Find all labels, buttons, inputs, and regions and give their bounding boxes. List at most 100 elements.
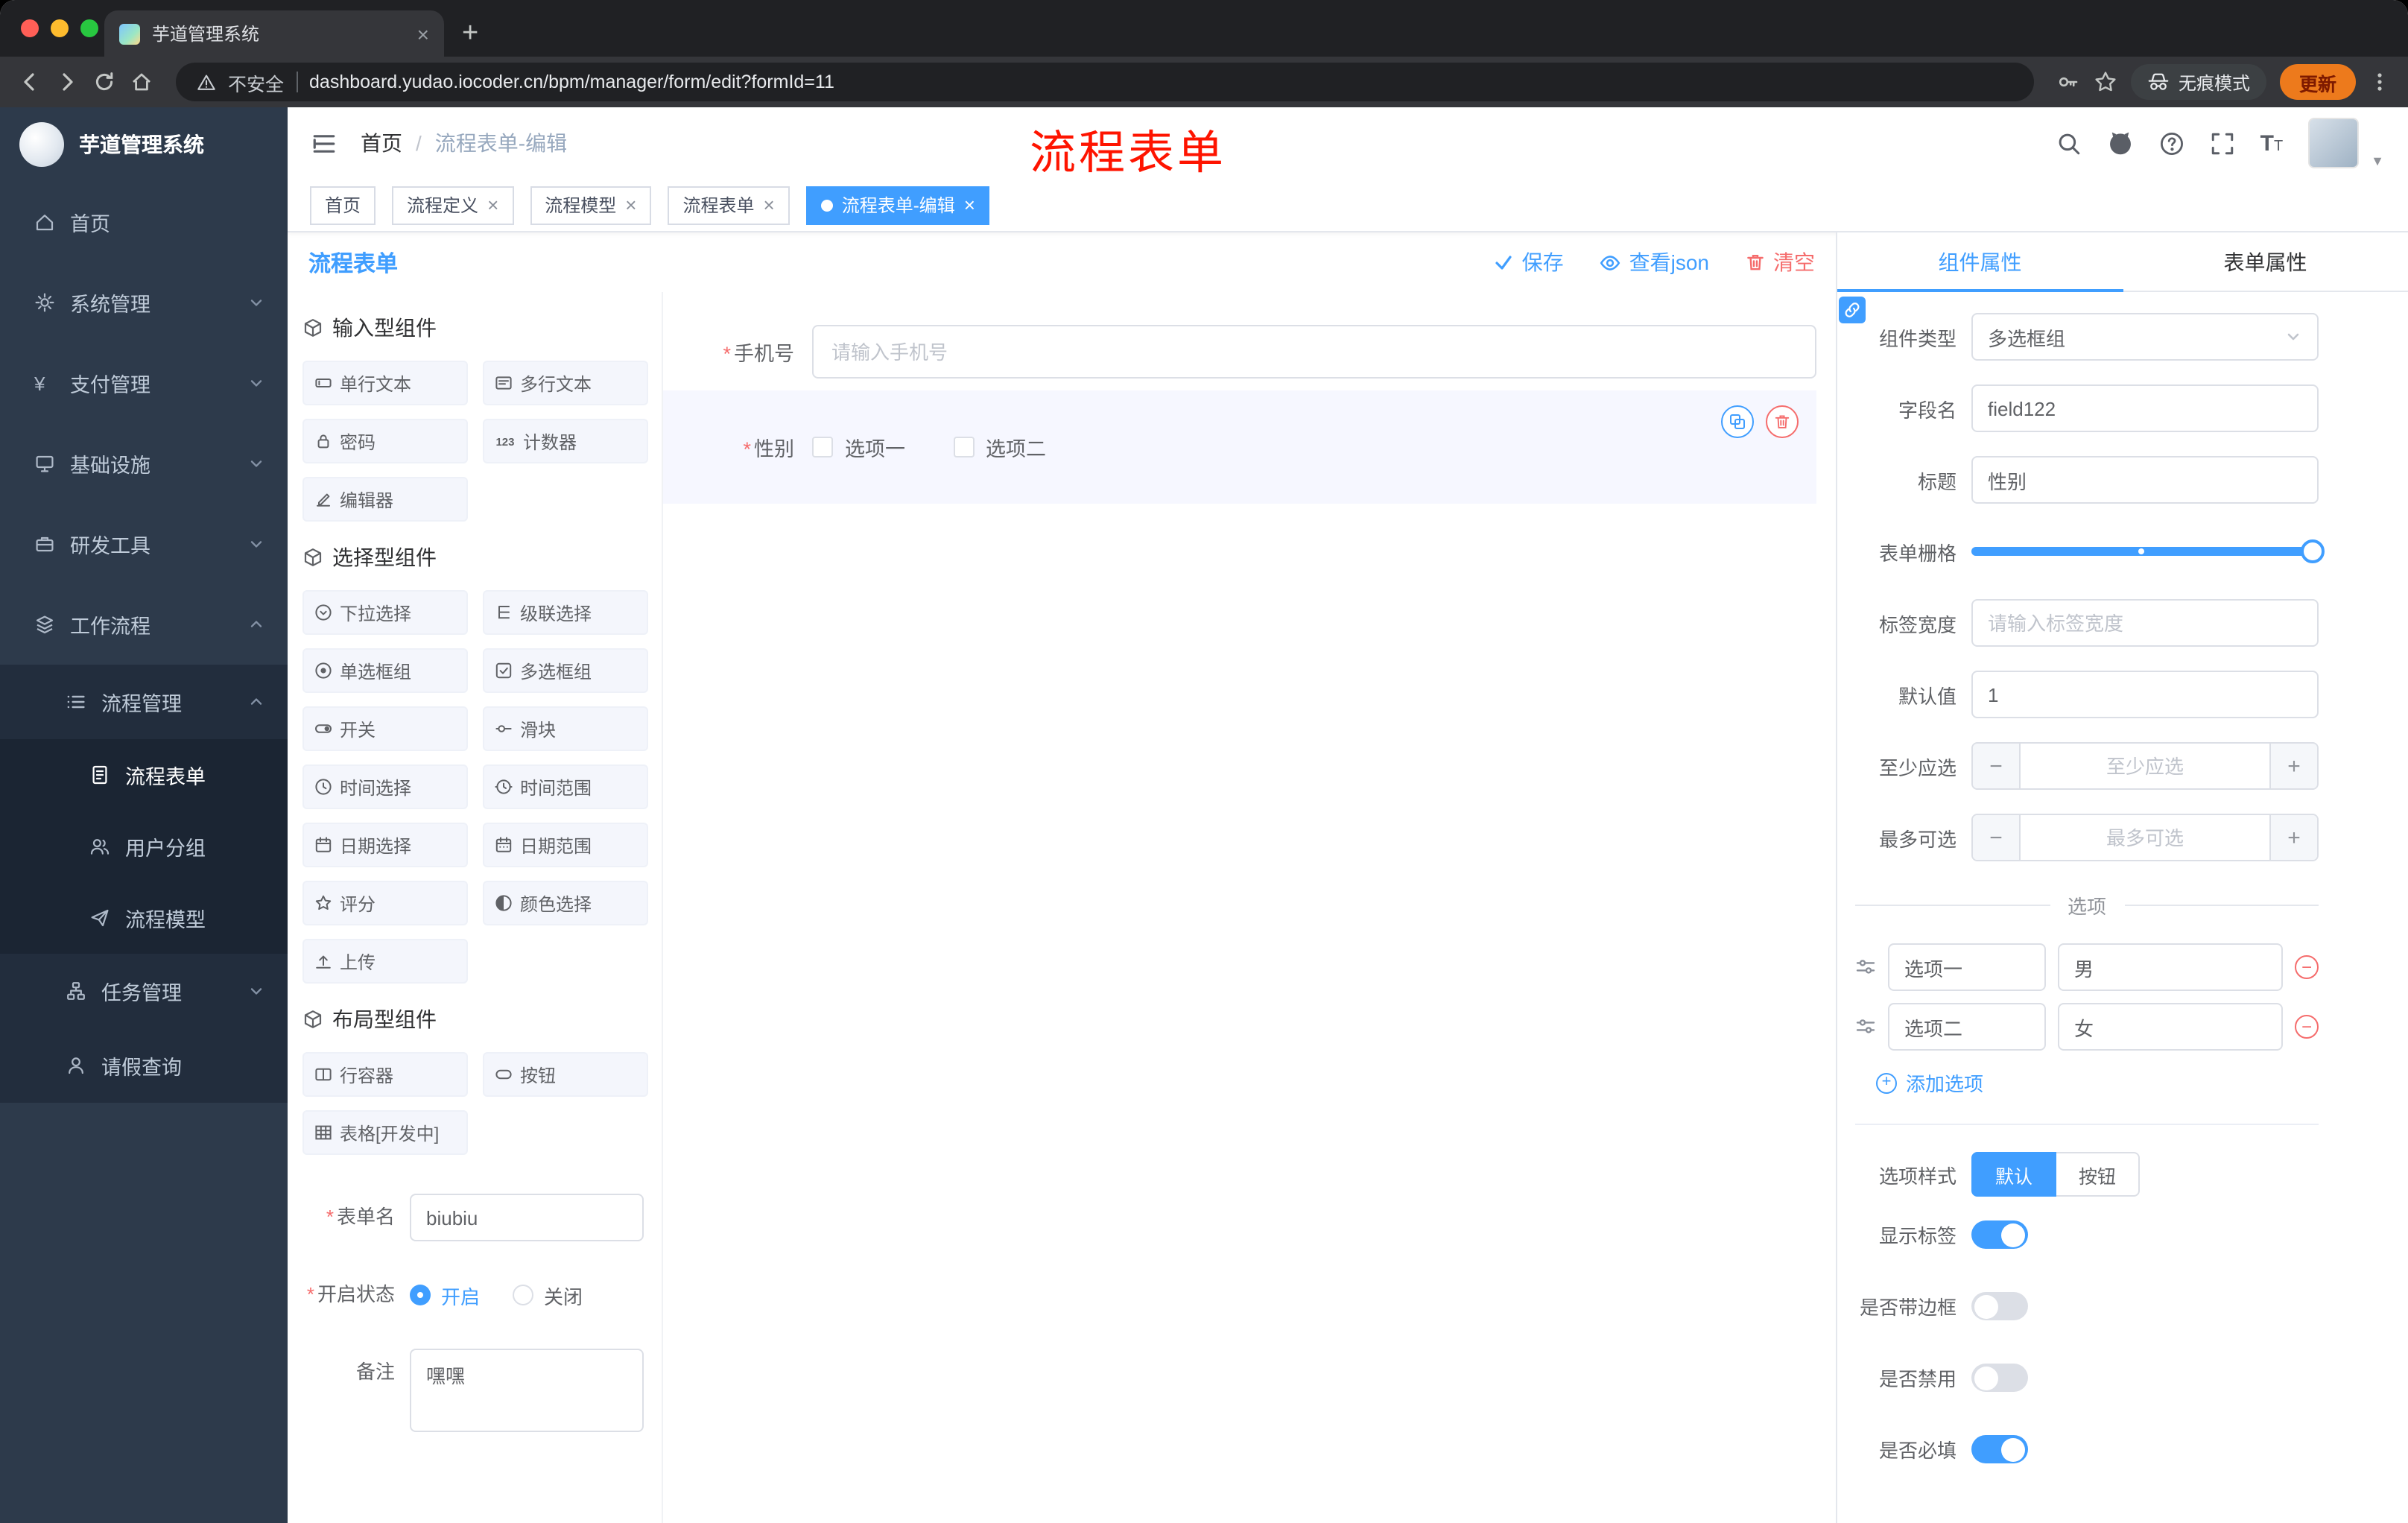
clear-button[interactable]: 清空 <box>1745 247 1815 277</box>
palette-item-date-range[interactable]: 日期范围 <box>483 823 648 867</box>
label-width-input[interactable] <box>1971 599 2319 647</box>
sidebar-item-process-form[interactable]: 流程表单 <box>0 739 288 811</box>
palette-item-button[interactable]: 按钮 <box>483 1052 648 1097</box>
tag-close-icon[interactable]: × <box>625 195 636 215</box>
style-default-button[interactable]: 默认 <box>1971 1152 2057 1197</box>
forward-icon[interactable] <box>55 70 79 94</box>
palette-item-select[interactable]: 下拉选择 <box>302 590 468 635</box>
password-key-icon[interactable] <box>2056 70 2080 94</box>
tab-form-props[interactable]: 表单属性 <box>2123 232 2408 291</box>
border-toggle[interactable] <box>1971 1292 2028 1320</box>
delete-field-button[interactable] <box>1766 405 1799 438</box>
sidebar-item-system[interactable]: 系统管理 <box>0 262 288 343</box>
radio-open[interactable]: 开启 <box>410 1281 480 1309</box>
palette-item-password[interactable]: 密码 <box>302 419 468 463</box>
palette-item-cascader[interactable]: 级联选择 <box>483 590 648 635</box>
home-nav-icon[interactable] <box>130 70 153 94</box>
option-value-input[interactable] <box>2058 943 2283 991</box>
font-size-icon[interactable]: TT <box>2260 132 2284 154</box>
palette-item-table[interactable]: 表格[开发中] <box>302 1110 468 1155</box>
add-option-button[interactable]: + 添加选项 <box>1876 1068 2319 1097</box>
sidebar-item-task-mgmt[interactable]: 任务管理 <box>0 954 288 1028</box>
radio-closed[interactable]: 关闭 <box>513 1281 583 1309</box>
reload-icon[interactable] <box>92 70 116 94</box>
increase-button[interactable]: + <box>2269 815 2317 860</box>
drag-handle-icon[interactable] <box>1855 957 1876 978</box>
canvas-field-phone[interactable]: * 手机号 <box>663 325 1816 379</box>
sidebar-item-home[interactable]: 首页 <box>0 182 288 262</box>
tag-process-form[interactable]: 流程表单 × <box>668 186 790 224</box>
tag-process-definition[interactable]: 流程定义 × <box>392 186 514 224</box>
close-window-button[interactable] <box>21 19 39 37</box>
link-icon[interactable] <box>1839 297 1866 323</box>
bookmark-star-icon[interactable] <box>2094 70 2117 94</box>
tab-close-icon[interactable]: × <box>417 23 429 44</box>
palette-item-multi-text[interactable]: 多行文本 <box>483 361 648 405</box>
fullscreen-icon[interactable] <box>2210 130 2235 156</box>
palette-item-switch[interactable]: 开关 <box>302 706 468 751</box>
tag-process-form-edit[interactable]: 流程表单-编辑 × <box>805 186 990 224</box>
sidebar-item-payment[interactable]: ¥ 支付管理 <box>0 343 288 423</box>
palette-item-date-picker[interactable]: 日期选择 <box>302 823 468 867</box>
max-select-input[interactable] <box>2021 815 2269 860</box>
remove-option-button[interactable]: − <box>2295 955 2319 979</box>
slider-handle[interactable] <box>2301 539 2325 563</box>
checkbox-option-2[interactable]: 选项二 <box>953 432 1046 462</box>
sidebar-item-process-model[interactable]: 流程模型 <box>0 882 288 954</box>
sidebar-item-leave-query[interactable]: 请假查询 <box>0 1028 288 1103</box>
decrease-button[interactable]: − <box>1973 815 2021 860</box>
palette-item-single-text[interactable]: 单行文本 <box>302 361 468 405</box>
sidebar-item-workflow[interactable]: 工作流程 <box>0 584 288 665</box>
palette-item-radio-group[interactable]: 单选框组 <box>302 648 468 693</box>
zoom-window-button[interactable] <box>80 19 98 37</box>
palette-item-slider[interactable]: 滑块 <box>483 706 648 751</box>
browser-tab[interactable]: 芋道管理系统 × <box>104 10 444 57</box>
save-button[interactable]: 保存 <box>1494 247 1564 277</box>
disabled-toggle[interactable] <box>1971 1364 2028 1392</box>
palette-item-editor[interactable]: 编辑器 <box>302 477 468 522</box>
tag-close-icon[interactable]: × <box>964 195 975 215</box>
form-name-input[interactable] <box>410 1194 644 1241</box>
address-bar[interactable]: 不安全 dashboard.yudao.iocoder.cn/bpm/manag… <box>176 63 2034 101</box>
palette-item-time-range[interactable]: 时间范围 <box>483 764 648 809</box>
component-type-select[interactable]: 多选框组 <box>1971 313 2319 361</box>
collapse-menu-icon[interactable] <box>311 130 337 156</box>
search-icon[interactable] <box>2056 130 2082 156</box>
tag-close-icon[interactable]: × <box>764 195 775 215</box>
checkbox-option-1[interactable]: 选项一 <box>812 432 905 462</box>
option-value-input[interactable] <box>2058 1003 2283 1051</box>
sidebar-item-user-groups[interactable]: 用户分组 <box>0 811 288 882</box>
update-button[interactable]: 更新 <box>2279 64 2356 100</box>
form-remark-textarea[interactable] <box>410 1349 644 1432</box>
field-name-input[interactable] <box>1971 384 2319 432</box>
sidebar-item-devtools[interactable]: 研发工具 <box>0 504 288 584</box>
show-label-toggle[interactable] <box>1971 1220 2028 1249</box>
tag-home[interactable]: 首页 <box>310 186 376 224</box>
back-icon[interactable] <box>18 70 42 94</box>
palette-item-counter[interactable]: 123 计数器 <box>483 419 648 463</box>
minimize-window-button[interactable] <box>51 19 69 37</box>
default-value-input[interactable] <box>1971 671 2319 718</box>
avatar[interactable] <box>2308 118 2360 168</box>
palette-item-color-picker[interactable]: 颜色选择 <box>483 881 648 925</box>
view-json-button[interactable]: 查看json <box>1600 247 1709 277</box>
remove-option-button[interactable]: − <box>2295 1015 2319 1039</box>
github-icon[interactable] <box>2107 130 2134 156</box>
copy-field-button[interactable] <box>1721 405 1754 438</box>
palette-item-rate[interactable]: 评分 <box>302 881 468 925</box>
tag-process-model[interactable]: 流程模型 × <box>530 186 652 224</box>
palette-item-time-picker[interactable]: 时间选择 <box>302 764 468 809</box>
drag-handle-icon[interactable] <box>1855 1016 1876 1037</box>
style-button-button[interactable]: 按钮 <box>2056 1152 2141 1197</box>
help-icon[interactable] <box>2159 130 2184 156</box>
increase-button[interactable]: + <box>2269 744 2317 788</box>
option-label-input[interactable] <box>1888 943 2046 991</box>
sidebar-item-infrastructure[interactable]: 基础设施 <box>0 423 288 504</box>
sidebar-item-process-mgmt[interactable]: 流程管理 <box>0 665 288 739</box>
option-label-input[interactable] <box>1888 1003 2046 1051</box>
palette-item-upload[interactable]: 上传 <box>302 939 468 984</box>
phone-input[interactable] <box>812 325 1816 379</box>
grid-slider[interactable] <box>1971 528 2325 575</box>
tag-close-icon[interactable]: × <box>487 195 498 215</box>
palette-item-row-container[interactable]: 行容器 <box>302 1052 468 1097</box>
